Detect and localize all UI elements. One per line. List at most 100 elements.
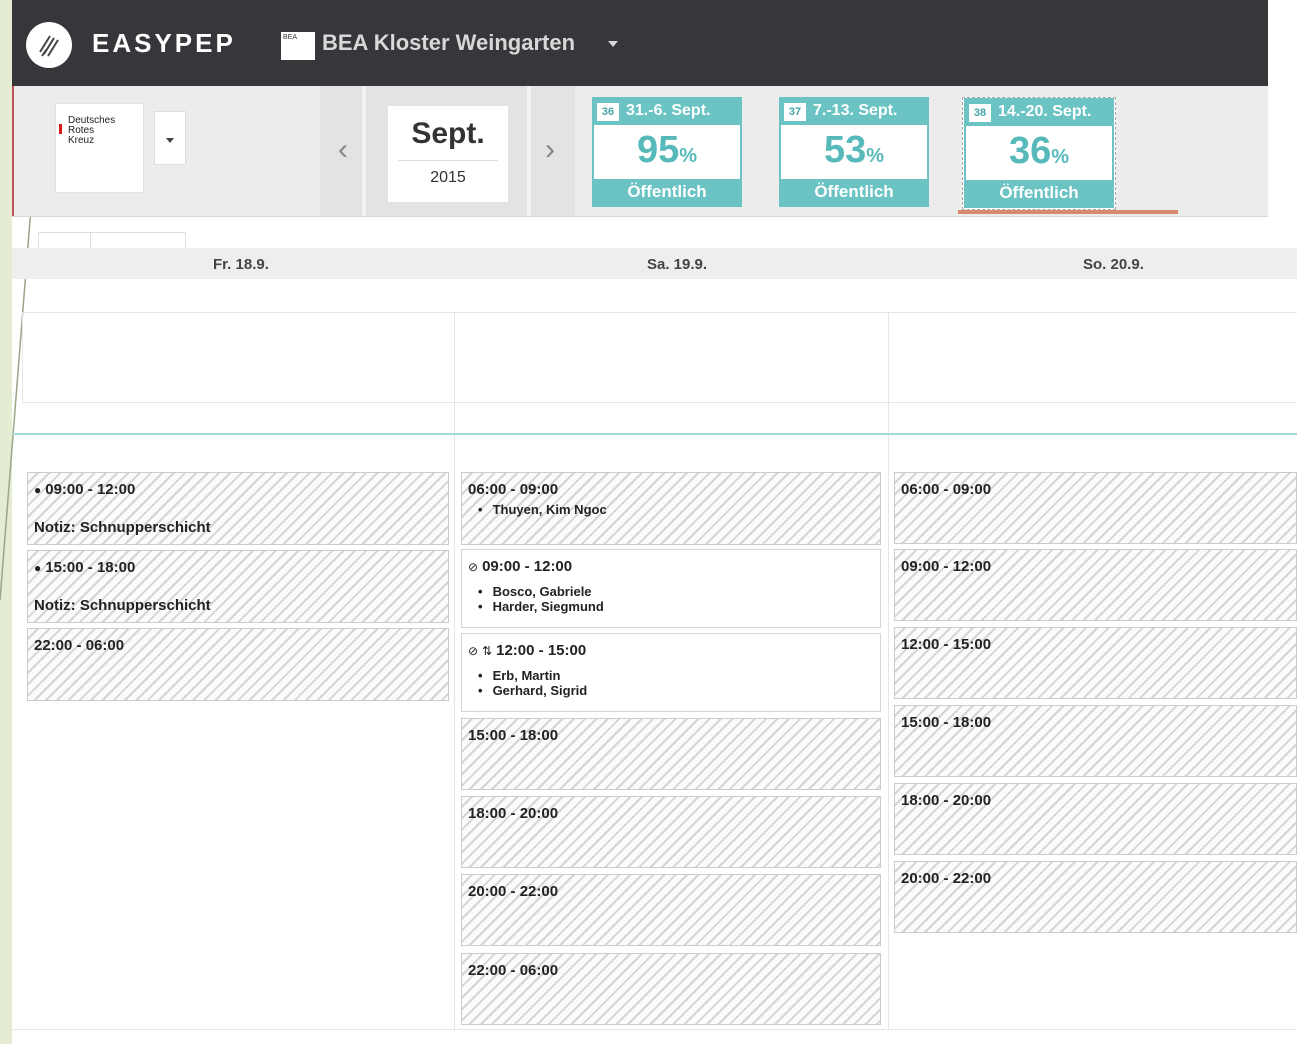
- week-percent: 95%: [594, 129, 740, 172]
- shift-slot[interactable]: ● 09:00 - 12:00 Notiz: Schnupperschicht: [27, 472, 449, 545]
- shift-slot[interactable]: 15:00 - 18:00: [461, 718, 881, 790]
- shift-slot[interactable]: 18:00 - 20:00: [461, 796, 881, 868]
- shift-slot[interactable]: 06:00 - 09:00: [894, 472, 1297, 544]
- shift-slot[interactable]: 22:00 - 06:00: [461, 953, 881, 1025]
- comment-icon: ●: [34, 561, 42, 575]
- shift-slot[interactable]: 12:00 - 15:00: [894, 627, 1297, 699]
- week-card-box: 38 14.-20. Sept. 36% Öffentlich: [964, 98, 1114, 208]
- shift-slot[interactable]: 20:00 - 22:00: [461, 874, 881, 946]
- app-logo-icon[interactable]: [26, 22, 72, 68]
- shift-time: ● 09:00 - 12:00: [34, 481, 135, 498]
- week-card-box: 37 7.-13. Sept. 53% Öffentlich: [779, 97, 929, 207]
- week-number: 36: [597, 103, 619, 121]
- shift-note: Notiz: Schnupperschicht: [34, 597, 211, 614]
- shift-time: 09:00 - 12:00: [901, 558, 992, 575]
- shift-staff-list: Erb, Martin Gerhard, Sigrid: [478, 668, 588, 698]
- accent-line: [12, 86, 14, 216]
- month-year: 2015: [430, 169, 466, 186]
- week-range: 14.-20. Sept.: [998, 103, 1092, 120]
- shift-time: 15:00 - 18:00: [901, 714, 992, 731]
- check-circle-icon: ⊘: [468, 560, 479, 574]
- divider: [398, 160, 498, 161]
- week-percent-value: 36: [1008, 130, 1052, 172]
- shift-slot[interactable]: 15:00 - 18:00: [894, 705, 1297, 777]
- week-percent-value: 95: [636, 129, 680, 171]
- staff-name[interactable]: Bosco, Gabriele: [478, 584, 604, 599]
- grid-line: [22, 312, 1297, 313]
- week-percent-unit: %: [679, 145, 698, 167]
- grid-line: [22, 402, 1297, 403]
- comment-icon: ●: [34, 483, 42, 497]
- shift-slot[interactable]: 22:00 - 06:00: [27, 628, 449, 701]
- week-range: 7.-13. Sept.: [813, 102, 898, 119]
- grid-line: [888, 312, 889, 1030]
- week-card-header: 37 7.-13. Sept.: [781, 99, 927, 125]
- week-status: Öffentlich: [781, 179, 927, 205]
- shift-time: 20:00 - 22:00: [468, 883, 559, 900]
- week-range: 31.-6. Sept.: [626, 102, 711, 119]
- week-card-active[interactable]: 38 14.-20. Sept. 36% Öffentlich: [962, 97, 1116, 210]
- shift-time: 18:00 - 20:00: [468, 805, 559, 822]
- shift-time: ⊘ 09:00 - 12:00: [468, 558, 572, 575]
- shift-time: 12:00 - 15:00: [901, 636, 992, 653]
- week-number: 38: [969, 104, 991, 122]
- shift-time: ● 15:00 - 18:00: [34, 559, 135, 576]
- shift-time: 15:00 - 18:00: [468, 727, 559, 744]
- grid-line: [12, 1029, 1297, 1030]
- shift-time: 22:00 - 06:00: [34, 637, 125, 654]
- shift-time: 06:00 - 09:00: [901, 481, 992, 498]
- staff-name[interactable]: Erb, Martin: [478, 668, 587, 683]
- shift-slot[interactable]: 09:00 - 12:00: [894, 549, 1297, 621]
- shift-time-label: 09:00 - 12:00: [482, 558, 573, 575]
- week-status: Öffentlich: [594, 179, 740, 205]
- day-label-so: So. 20.9.: [1083, 256, 1144, 273]
- shift-time: ⊘ ⇅ 12:00 - 15:00: [468, 642, 586, 659]
- shift-time: 18:00 - 20:00: [901, 792, 992, 809]
- week-card-box: 36 31.-6. Sept. 95% Öffentlich: [592, 97, 742, 207]
- swap-icon: ⇅: [482, 644, 493, 658]
- prev-month-button[interactable]: ‹: [323, 130, 363, 170]
- app-logo-text[interactable]: EASYPEP: [92, 28, 236, 59]
- week-card[interactable]: 36 31.-6. Sept. 95% Öffentlich: [590, 97, 744, 210]
- week-status: Öffentlich: [966, 180, 1112, 206]
- shift-slot[interactable]: 20:00 - 22:00: [894, 861, 1297, 933]
- staff-name[interactable]: Gerhard, Sigrid: [478, 683, 588, 698]
- shift-staff-list: Bosco, Gabriele Harder, Siegmund: [478, 584, 604, 614]
- grid-line: [454, 312, 455, 1030]
- shift-slot-filled[interactable]: ⊘⇅12:00 - 15:00 Erb, Martin Gerhard, Sig…: [461, 633, 881, 712]
- next-month-button[interactable]: ›: [530, 130, 570, 170]
- org-icon: BEA: [281, 32, 315, 60]
- chevron-down-icon: [166, 138, 174, 143]
- shift-slot-filled[interactable]: ⊘09:00 - 12:00 Bosco, Gabriele Harder, S…: [461, 549, 881, 628]
- shift-time-label: 12:00 - 15:00: [496, 642, 587, 659]
- active-week-indicator: [958, 210, 1178, 214]
- week-percent-unit: %: [866, 145, 885, 167]
- client-logo-text: Deutsches Rotes Kreuz: [68, 116, 115, 146]
- week-percent-value: 53: [823, 129, 867, 171]
- shift-time-label: 09:00 - 12:00: [45, 481, 136, 498]
- week-card-header: 36 31.-6. Sept.: [594, 99, 740, 125]
- shift-time-label: 15:00 - 18:00: [45, 559, 136, 576]
- day-label-sa: Sa. 19.9.: [647, 256, 708, 273]
- week-card-header: 38 14.-20. Sept.: [966, 100, 1112, 126]
- week-percent: 36%: [966, 130, 1112, 173]
- shift-slot[interactable]: ● 15:00 - 18:00 Notiz: Schnupperschicht: [27, 550, 449, 623]
- week-percent-unit: %: [1051, 146, 1070, 168]
- shift-note: Notiz: Schnupperschicht: [34, 519, 211, 536]
- check-circle-icon: ⊘: [468, 644, 479, 658]
- shift-time: 06:00 - 09:00: [468, 481, 559, 498]
- org-selector[interactable]: BEA Kloster Weingarten: [322, 30, 575, 56]
- shift-slot[interactable]: 18:00 - 20:00: [894, 783, 1297, 855]
- shift-time: 22:00 - 06:00: [468, 962, 559, 979]
- week-card[interactable]: 37 7.-13. Sept. 53% Öffentlich: [777, 97, 931, 210]
- shift-staff-list: Thuyen, Kim Ngoc: [478, 502, 607, 517]
- client-name-line: Kreuz: [68, 135, 95, 146]
- staff-name[interactable]: Thuyen, Kim Ngoc: [478, 502, 607, 517]
- grid-line: [22, 312, 23, 402]
- staff-name[interactable]: Harder, Siegmund: [478, 599, 604, 614]
- shift-slot[interactable]: 06:00 - 09:00 Thuyen, Kim Ngoc: [461, 472, 881, 545]
- week-number: 37: [784, 103, 806, 121]
- day-label-fr: Fr. 18.9.: [213, 256, 269, 273]
- month-name: Sept.: [411, 117, 485, 150]
- chevron-down-icon[interactable]: [608, 41, 618, 47]
